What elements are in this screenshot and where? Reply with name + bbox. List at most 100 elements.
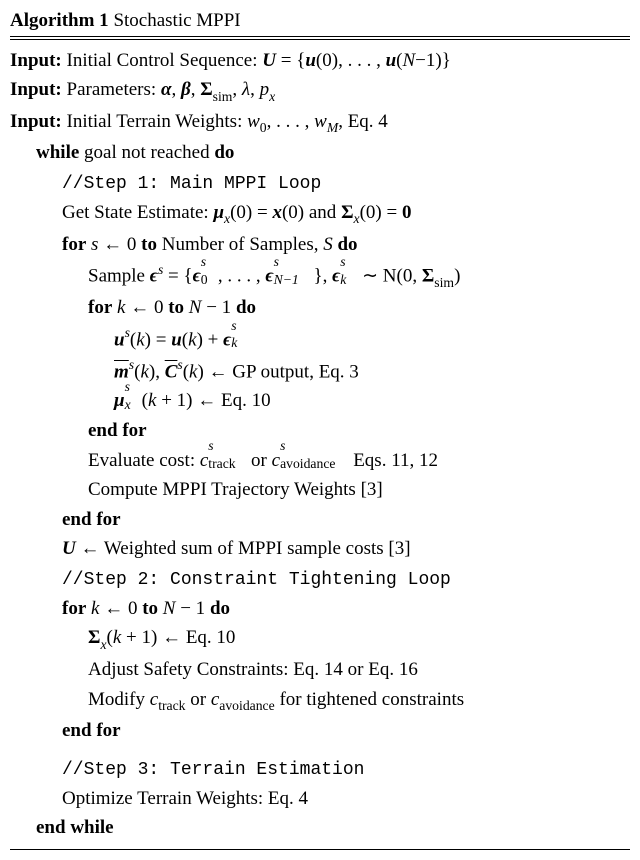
input-line-2: Input: Parameters: α, β, Σsim, λ, px [10, 75, 630, 107]
var-k: k [140, 361, 148, 382]
var-N: N [189, 297, 202, 318]
endfor-line: end for [10, 716, 630, 746]
sup-s: s [158, 262, 163, 277]
text: , [191, 79, 201, 100]
var-U: U [62, 538, 76, 559]
eq-ref: Eqs. 11, 12 [348, 450, 438, 471]
var-k: k [188, 329, 196, 350]
endfor-line: end for [10, 416, 630, 446]
text: }, [313, 266, 332, 287]
for-k2-line: for k ← 0 to N − 1 do [10, 594, 630, 624]
algorithm-title: Algorithm 1 Stochastic MPPI [10, 6, 630, 37]
input-label: Input: [10, 111, 62, 132]
text: or [246, 450, 271, 471]
var-eps: ϵ [193, 266, 201, 287]
text: (0), . . . , [316, 50, 386, 71]
algorithm-name: Stochastic MPPI [113, 10, 240, 31]
text: Get State Estimate: [62, 202, 213, 223]
var-u: u [386, 50, 397, 71]
subscript-sim: sim [434, 275, 454, 290]
endfor-line: end for [10, 505, 630, 535]
sample-eps-line: Sample ϵs = {ϵs0, . . . , ϵsN−1}, ϵsk ∼ … [10, 259, 630, 293]
text: (0) = [360, 202, 402, 223]
text: , . . . , [218, 266, 266, 287]
text: for tightened constraints [275, 689, 464, 710]
adjust-safety-line: Adjust Safety Constraints: Eq. 14 or Eq.… [10, 655, 630, 685]
input-line-3: Input: Initial Terrain Weights: w0, . . … [10, 107, 630, 139]
var-eps: ϵ [332, 266, 340, 287]
var-N: N [402, 50, 415, 71]
kw-for: for [62, 234, 86, 255]
var-w: w [247, 111, 260, 132]
var-Sigma: Σ [200, 79, 212, 100]
var-beta: β [181, 79, 191, 100]
text: (0) = [230, 202, 272, 223]
text: + 1) ← Eq. 10 [121, 627, 235, 648]
text: − 1 [201, 297, 235, 318]
for-s-line: for s ← 0 to Number of Samples, S do [10, 230, 630, 260]
var-eps: ϵ [223, 329, 231, 350]
subscript-x: x [354, 211, 360, 226]
comment-step2: //Step 2: Constraint Tightening Loop [10, 564, 630, 594]
subscript-M: M [327, 120, 338, 135]
text: Optimize Terrain Weights: Eq. 4 [62, 788, 308, 809]
input-line-1: Input: Initial Control Sequence: U = {u(… [10, 46, 630, 76]
sup-s: s [177, 357, 182, 372]
subscript: 0 [260, 120, 267, 135]
subscript-x: x [100, 637, 106, 652]
text: , . . . , [267, 111, 315, 132]
kw-do: do [210, 598, 230, 619]
var-S: S [323, 234, 333, 255]
text: (0) and [282, 202, 341, 223]
text: ← 0 [98, 234, 141, 255]
sigma-update-line: Σx(k + 1) ← Eq. 10 [10, 623, 630, 655]
kw-while: while [36, 142, 79, 163]
input-label: Input: [10, 79, 62, 100]
var-c: c [150, 689, 158, 710]
subsup: strack [208, 447, 246, 466]
text: ← 0 [125, 297, 168, 318]
evaluate-cost-line: Evaluate cost: cstrack or csavoidance Eq… [10, 446, 630, 476]
subsup: sx [125, 387, 142, 406]
var-N: N [163, 598, 176, 619]
var-p: p [260, 79, 270, 100]
subscript-sim: sim [213, 89, 233, 104]
kw-for: for [62, 598, 86, 619]
var-U: U [262, 50, 276, 71]
algorithm-body: Input: Initial Control Sequence: U = {u(… [10, 39, 630, 850]
gp-output-line: ms(k), Cs(k) ← GP output, Eq. 3 [10, 355, 630, 387]
text: Number of Samples, [157, 234, 323, 255]
subsup: savoidance [280, 447, 348, 466]
text: , [155, 361, 165, 382]
kw-to: to [168, 297, 184, 318]
subsup: sk [340, 263, 357, 282]
text: Initial Control Sequence: [67, 50, 263, 71]
comment-step3: //Step 3: Terrain Estimation [10, 754, 630, 784]
text: , [171, 79, 181, 100]
subsup: s0 [201, 263, 218, 282]
kw-for: for [88, 297, 112, 318]
algorithm-label: Algorithm 1 [10, 10, 109, 31]
text: = { [163, 266, 192, 287]
text: −1)} [415, 50, 451, 71]
text: Initial Terrain Weights: [67, 111, 248, 132]
var-zero: 0 [402, 202, 412, 223]
optimize-line: Optimize Terrain Weights: Eq. 4 [10, 784, 630, 814]
text: goal not reached [79, 142, 214, 163]
text: Modify [88, 689, 150, 710]
while-line: while goal not reached do [10, 138, 630, 168]
kw-to: to [141, 234, 157, 255]
text: , [232, 79, 242, 100]
comment-text: //Step 2: Constraint Tightening Loop [62, 570, 451, 590]
subscript-track: track [158, 698, 185, 713]
subsup: sk [231, 326, 248, 345]
var-u: u [305, 50, 316, 71]
text: , [250, 79, 260, 100]
subsup: sN−1 [274, 263, 314, 282]
var-Sigma: Σ [341, 202, 353, 223]
kw-endfor: end for [62, 509, 121, 530]
kw-do: do [236, 297, 256, 318]
text: (0, [397, 266, 422, 287]
kw-do: do [337, 234, 357, 255]
var-x: x [272, 202, 282, 223]
